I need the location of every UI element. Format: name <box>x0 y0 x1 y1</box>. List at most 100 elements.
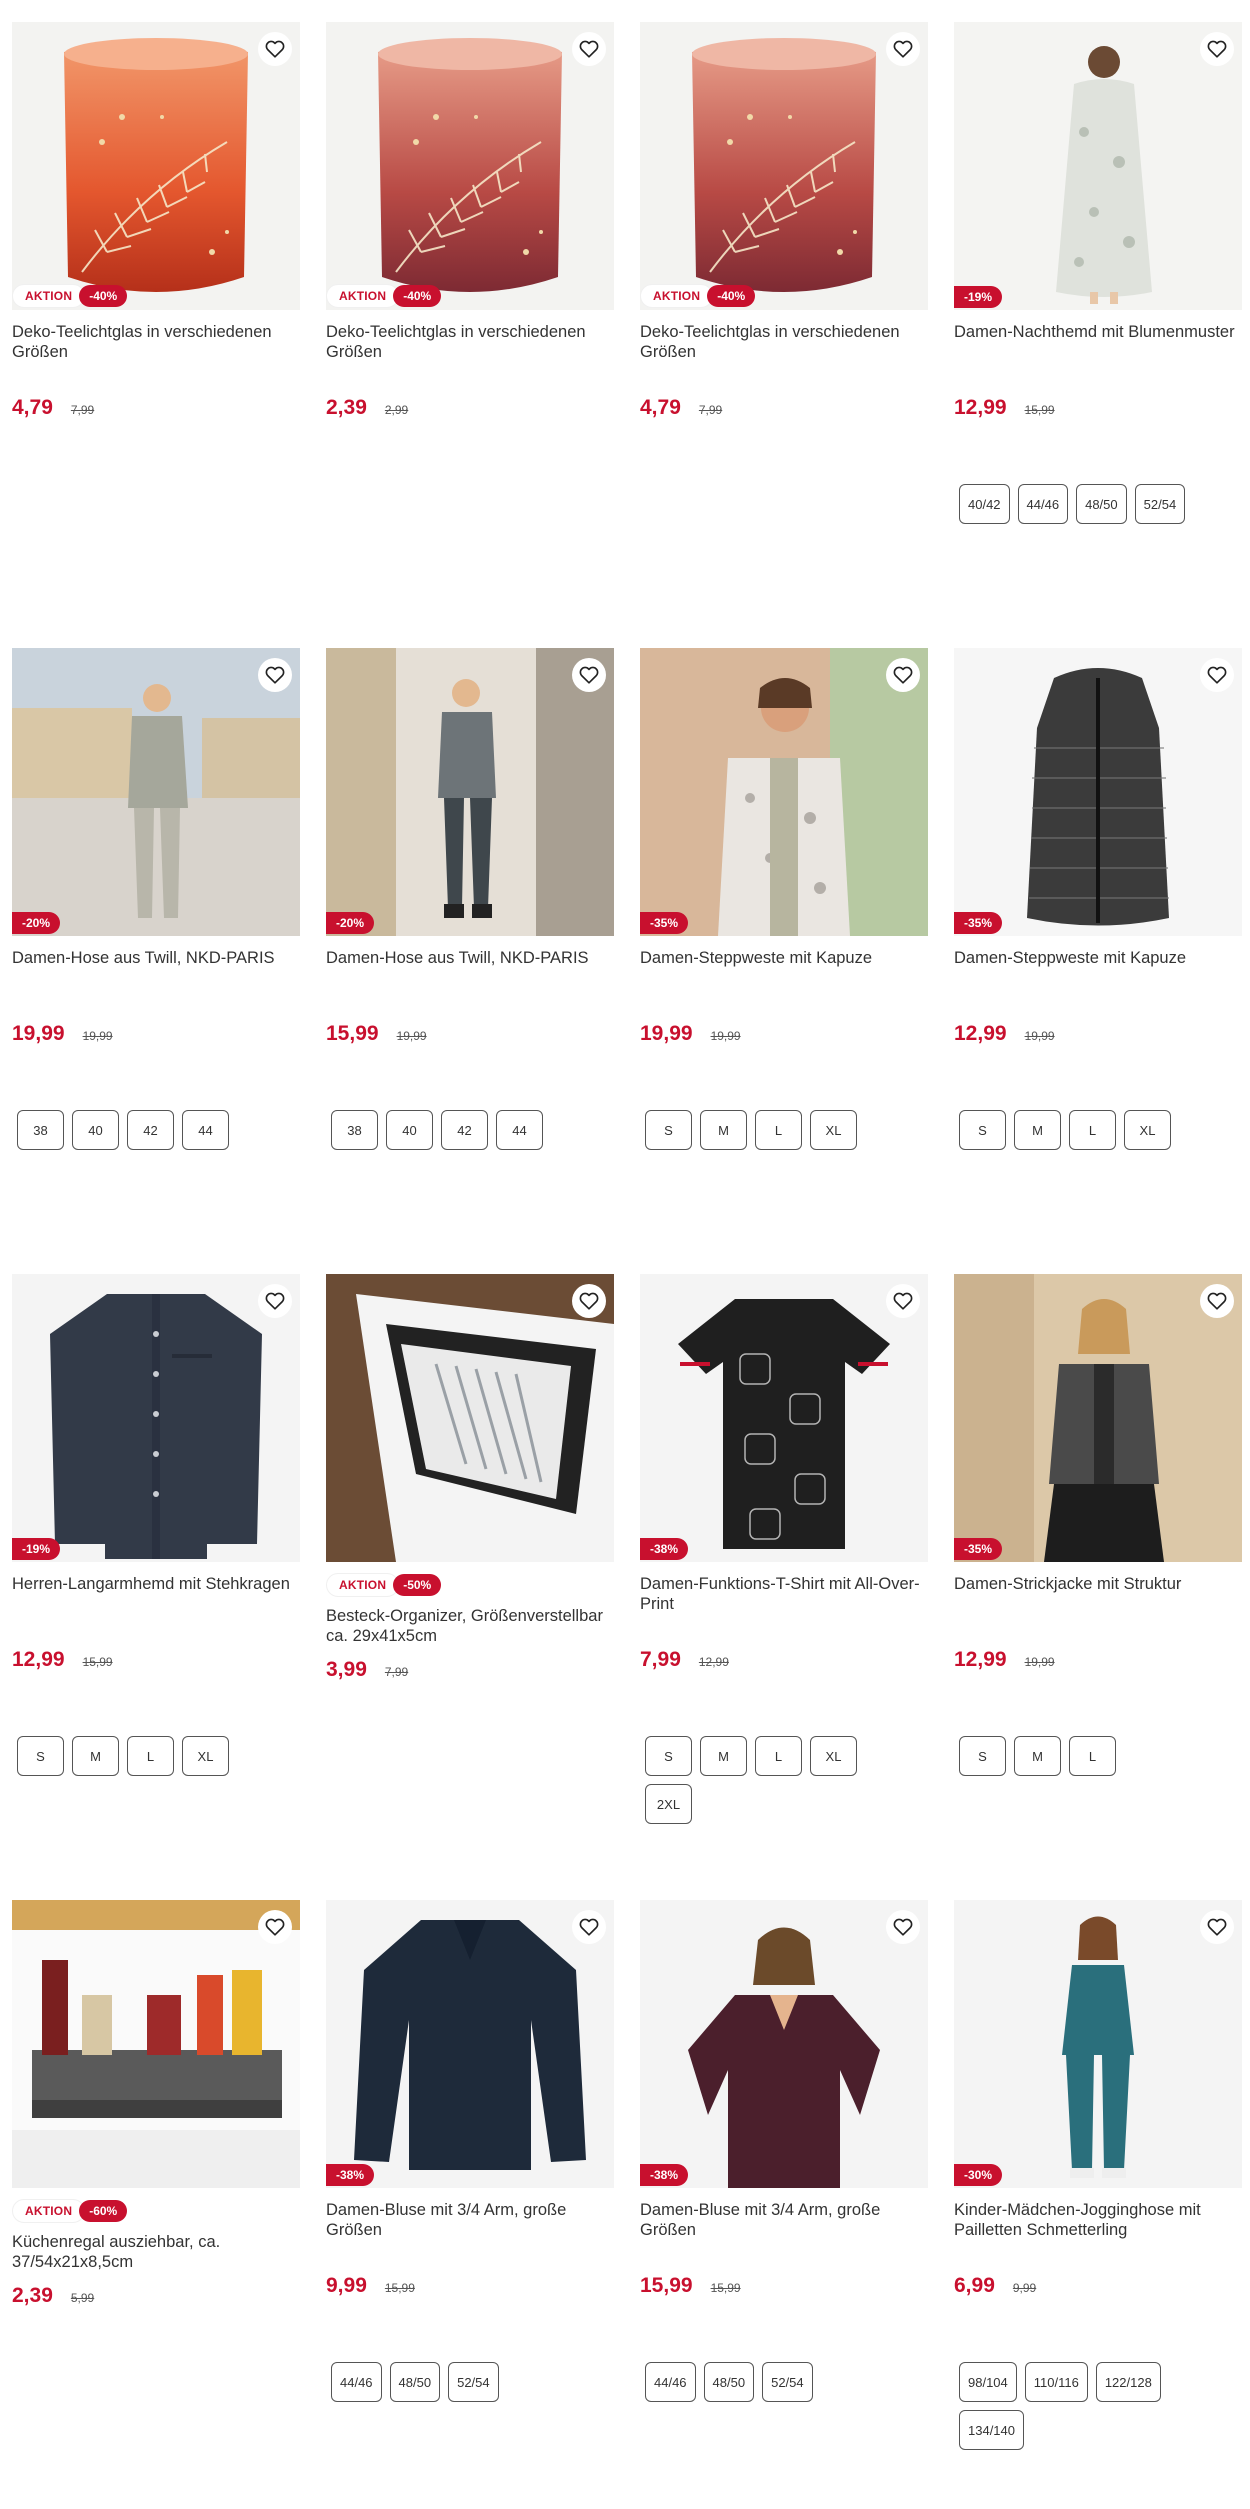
product-card[interactable]: AKTION -40% Deko-Teelichtglas in verschi… <box>326 22 614 648</box>
product-title[interactable]: Besteck-Organizer, Größenverstellbar ca.… <box>326 1606 614 1646</box>
size-option[interactable]: 2XL <box>645 1784 692 1824</box>
product-title[interactable]: Damen-Bluse mit 3/4 Arm, große Größen <box>326 2200 614 2240</box>
wishlist-button[interactable] <box>886 658 920 692</box>
wishlist-button[interactable] <box>258 32 292 66</box>
size-option[interactable]: 40 <box>72 1110 119 1150</box>
size-option[interactable]: 52/54 <box>762 2362 813 2402</box>
size-option[interactable]: 48/50 <box>703 2362 755 2402</box>
size-option[interactable]: 44 <box>182 1110 229 1150</box>
product-title[interactable]: Deko-Teelichtglas in verschiedenen Größe… <box>326 322 614 362</box>
size-option[interactable]: L <box>1069 1110 1116 1150</box>
product-card[interactable]: AKTION -60% Küchenregal ausziehbar, ca. … <box>12 1900 300 2509</box>
product-card[interactable]: -38% Damen-Funktions-T-Shirt mit All-Ove… <box>640 1274 928 1900</box>
size-option[interactable]: 52/54 <box>1134 484 1186 524</box>
product-title[interactable]: Herren-Langarmhemd mit Stehkragen <box>12 1574 300 1614</box>
size-option[interactable]: 98/104 <box>959 2362 1017 2402</box>
product-image[interactable]: -35% <box>640 648 928 936</box>
product-card[interactable]: -30% Kinder-Mädchen-Jogginghose mit Pail… <box>954 1900 1242 2509</box>
product-image[interactable]: AKTION -40% <box>640 22 928 310</box>
product-image[interactable]: -20% <box>12 648 300 936</box>
size-option[interactable]: S <box>17 1736 64 1776</box>
size-option[interactable]: 44/46 <box>1017 484 1069 524</box>
size-option[interactable]: 134/140 <box>959 2410 1024 2450</box>
size-option[interactable]: M <box>1014 1736 1061 1776</box>
product-image[interactable]: -19% <box>12 1274 300 1562</box>
size-option[interactable]: 42 <box>127 1110 174 1150</box>
product-card[interactable]: AKTION -40% Deko-Teelichtglas in verschi… <box>12 22 300 648</box>
size-option[interactable]: 48/50 <box>1076 484 1127 524</box>
size-option[interactable]: 52/54 <box>448 2362 499 2402</box>
product-card[interactable]: -19% Damen-Nachthemd mit Blumenmuster 12… <box>954 22 1242 648</box>
size-option[interactable]: XL <box>182 1736 229 1776</box>
product-title[interactable]: Damen-Hose aus Twill, NKD-PARIS <box>12 948 300 988</box>
size-option[interactable]: S <box>959 1110 1006 1150</box>
product-card[interactable]: -38% Damen-Bluse mit 3/4 Arm, große Größ… <box>326 1900 614 2509</box>
wishlist-button[interactable] <box>1200 658 1234 692</box>
size-option[interactable]: S <box>645 1736 692 1776</box>
size-option[interactable]: 44 <box>496 1110 543 1150</box>
product-card[interactable]: -20% Damen-Hose aus Twill, NKD-PARIS 15,… <box>326 648 614 1274</box>
size-option[interactable]: M <box>700 1110 747 1150</box>
size-option[interactable]: 42 <box>441 1110 488 1150</box>
wishlist-button[interactable] <box>886 1284 920 1318</box>
size-option[interactable]: M <box>700 1736 747 1776</box>
product-card[interactable]: -35% Damen-Steppweste mit Kapuze 19,99 1… <box>640 648 928 1274</box>
product-title[interactable]: Damen-Steppweste mit Kapuze <box>954 948 1242 988</box>
size-option[interactable]: L <box>755 1736 802 1776</box>
product-image[interactable]: -38% <box>640 1274 928 1562</box>
wishlist-button[interactable] <box>572 32 606 66</box>
size-option[interactable]: 122/128 <box>1095 2362 1161 2402</box>
size-option[interactable]: 44/46 <box>331 2362 382 2402</box>
wishlist-button[interactable] <box>886 32 920 66</box>
product-card[interactable]: AKTION -50% Besteck-Organizer, Größenver… <box>326 1274 614 1900</box>
product-title[interactable]: Deko-Teelichtglas in verschiedenen Größe… <box>12 322 300 362</box>
size-option[interactable]: XL <box>1124 1110 1171 1150</box>
wishlist-button[interactable] <box>1200 1284 1234 1318</box>
wishlist-button[interactable] <box>572 1910 606 1944</box>
product-image[interactable]: -35% <box>954 648 1242 936</box>
product-card[interactable]: -38% Damen-Bluse mit 3/4 Arm, große Größ… <box>640 1900 928 2509</box>
size-option[interactable]: 38 <box>331 1110 378 1150</box>
size-option[interactable]: XL <box>810 1736 857 1776</box>
product-title[interactable]: Kinder-Mädchen-Jogginghose mit Paillette… <box>954 2200 1242 2240</box>
size-option[interactable]: S <box>645 1110 692 1150</box>
wishlist-button[interactable] <box>1200 1910 1234 1944</box>
product-image[interactable] <box>326 1274 614 1562</box>
product-image[interactable]: AKTION -40% <box>326 22 614 310</box>
product-image[interactable]: -19% <box>954 22 1242 310</box>
size-option[interactable]: L <box>127 1736 174 1776</box>
product-image[interactable]: -38% <box>640 1900 928 2188</box>
product-image[interactable]: -38% <box>326 1900 614 2188</box>
wishlist-button[interactable] <box>572 658 606 692</box>
size-option[interactable]: 40 <box>386 1110 433 1150</box>
size-option[interactable]: XL <box>810 1110 857 1150</box>
product-title[interactable]: Küchenregal ausziehbar, ca. 37/54x21x8,5… <box>12 2232 300 2272</box>
product-card[interactable]: -19% Herren-Langarmhemd mit Stehkragen 1… <box>12 1274 300 1900</box>
wishlist-button[interactable] <box>886 1910 920 1944</box>
product-title[interactable]: Damen-Hose aus Twill, NKD-PARIS <box>326 948 614 988</box>
size-option[interactable]: M <box>1014 1110 1061 1150</box>
product-title[interactable]: Damen-Funktions-T-Shirt mit All-Over-Pri… <box>640 1574 928 1614</box>
size-option[interactable]: 40/42 <box>959 484 1010 524</box>
product-card[interactable]: AKTION -40% Deko-Teelichtglas in verschi… <box>640 22 928 648</box>
size-option[interactable]: 48/50 <box>389 2362 441 2402</box>
size-option[interactable]: M <box>72 1736 119 1776</box>
wishlist-button[interactable] <box>258 1284 292 1318</box>
product-title[interactable]: Damen-Nachthemd mit Blumenmuster <box>954 322 1242 362</box>
product-card[interactable]: -20% Damen-Hose aus Twill, NKD-PARIS 19,… <box>12 648 300 1274</box>
product-title[interactable]: Deko-Teelichtglas in verschiedenen Größe… <box>640 322 928 362</box>
product-image[interactable]: -20% <box>326 648 614 936</box>
product-title[interactable]: Damen-Steppweste mit Kapuze <box>640 948 928 988</box>
product-image[interactable]: -30% <box>954 1900 1242 2188</box>
product-image[interactable]: -35% <box>954 1274 1242 1562</box>
product-card[interactable]: -35% Damen-Strickjacke mit Struktur 12,9… <box>954 1274 1242 1900</box>
size-option[interactable]: 38 <box>17 1110 64 1150</box>
size-option[interactable]: L <box>1069 1736 1116 1776</box>
wishlist-button[interactable] <box>572 1284 606 1318</box>
product-image[interactable] <box>12 1900 300 2188</box>
wishlist-button[interactable] <box>1200 32 1234 66</box>
size-option[interactable]: L <box>755 1110 802 1150</box>
product-card[interactable]: -35% Damen-Steppweste mit Kapuze 12,99 1… <box>954 648 1242 1274</box>
wishlist-button[interactable] <box>258 1910 292 1944</box>
product-image[interactable]: AKTION -40% <box>12 22 300 310</box>
